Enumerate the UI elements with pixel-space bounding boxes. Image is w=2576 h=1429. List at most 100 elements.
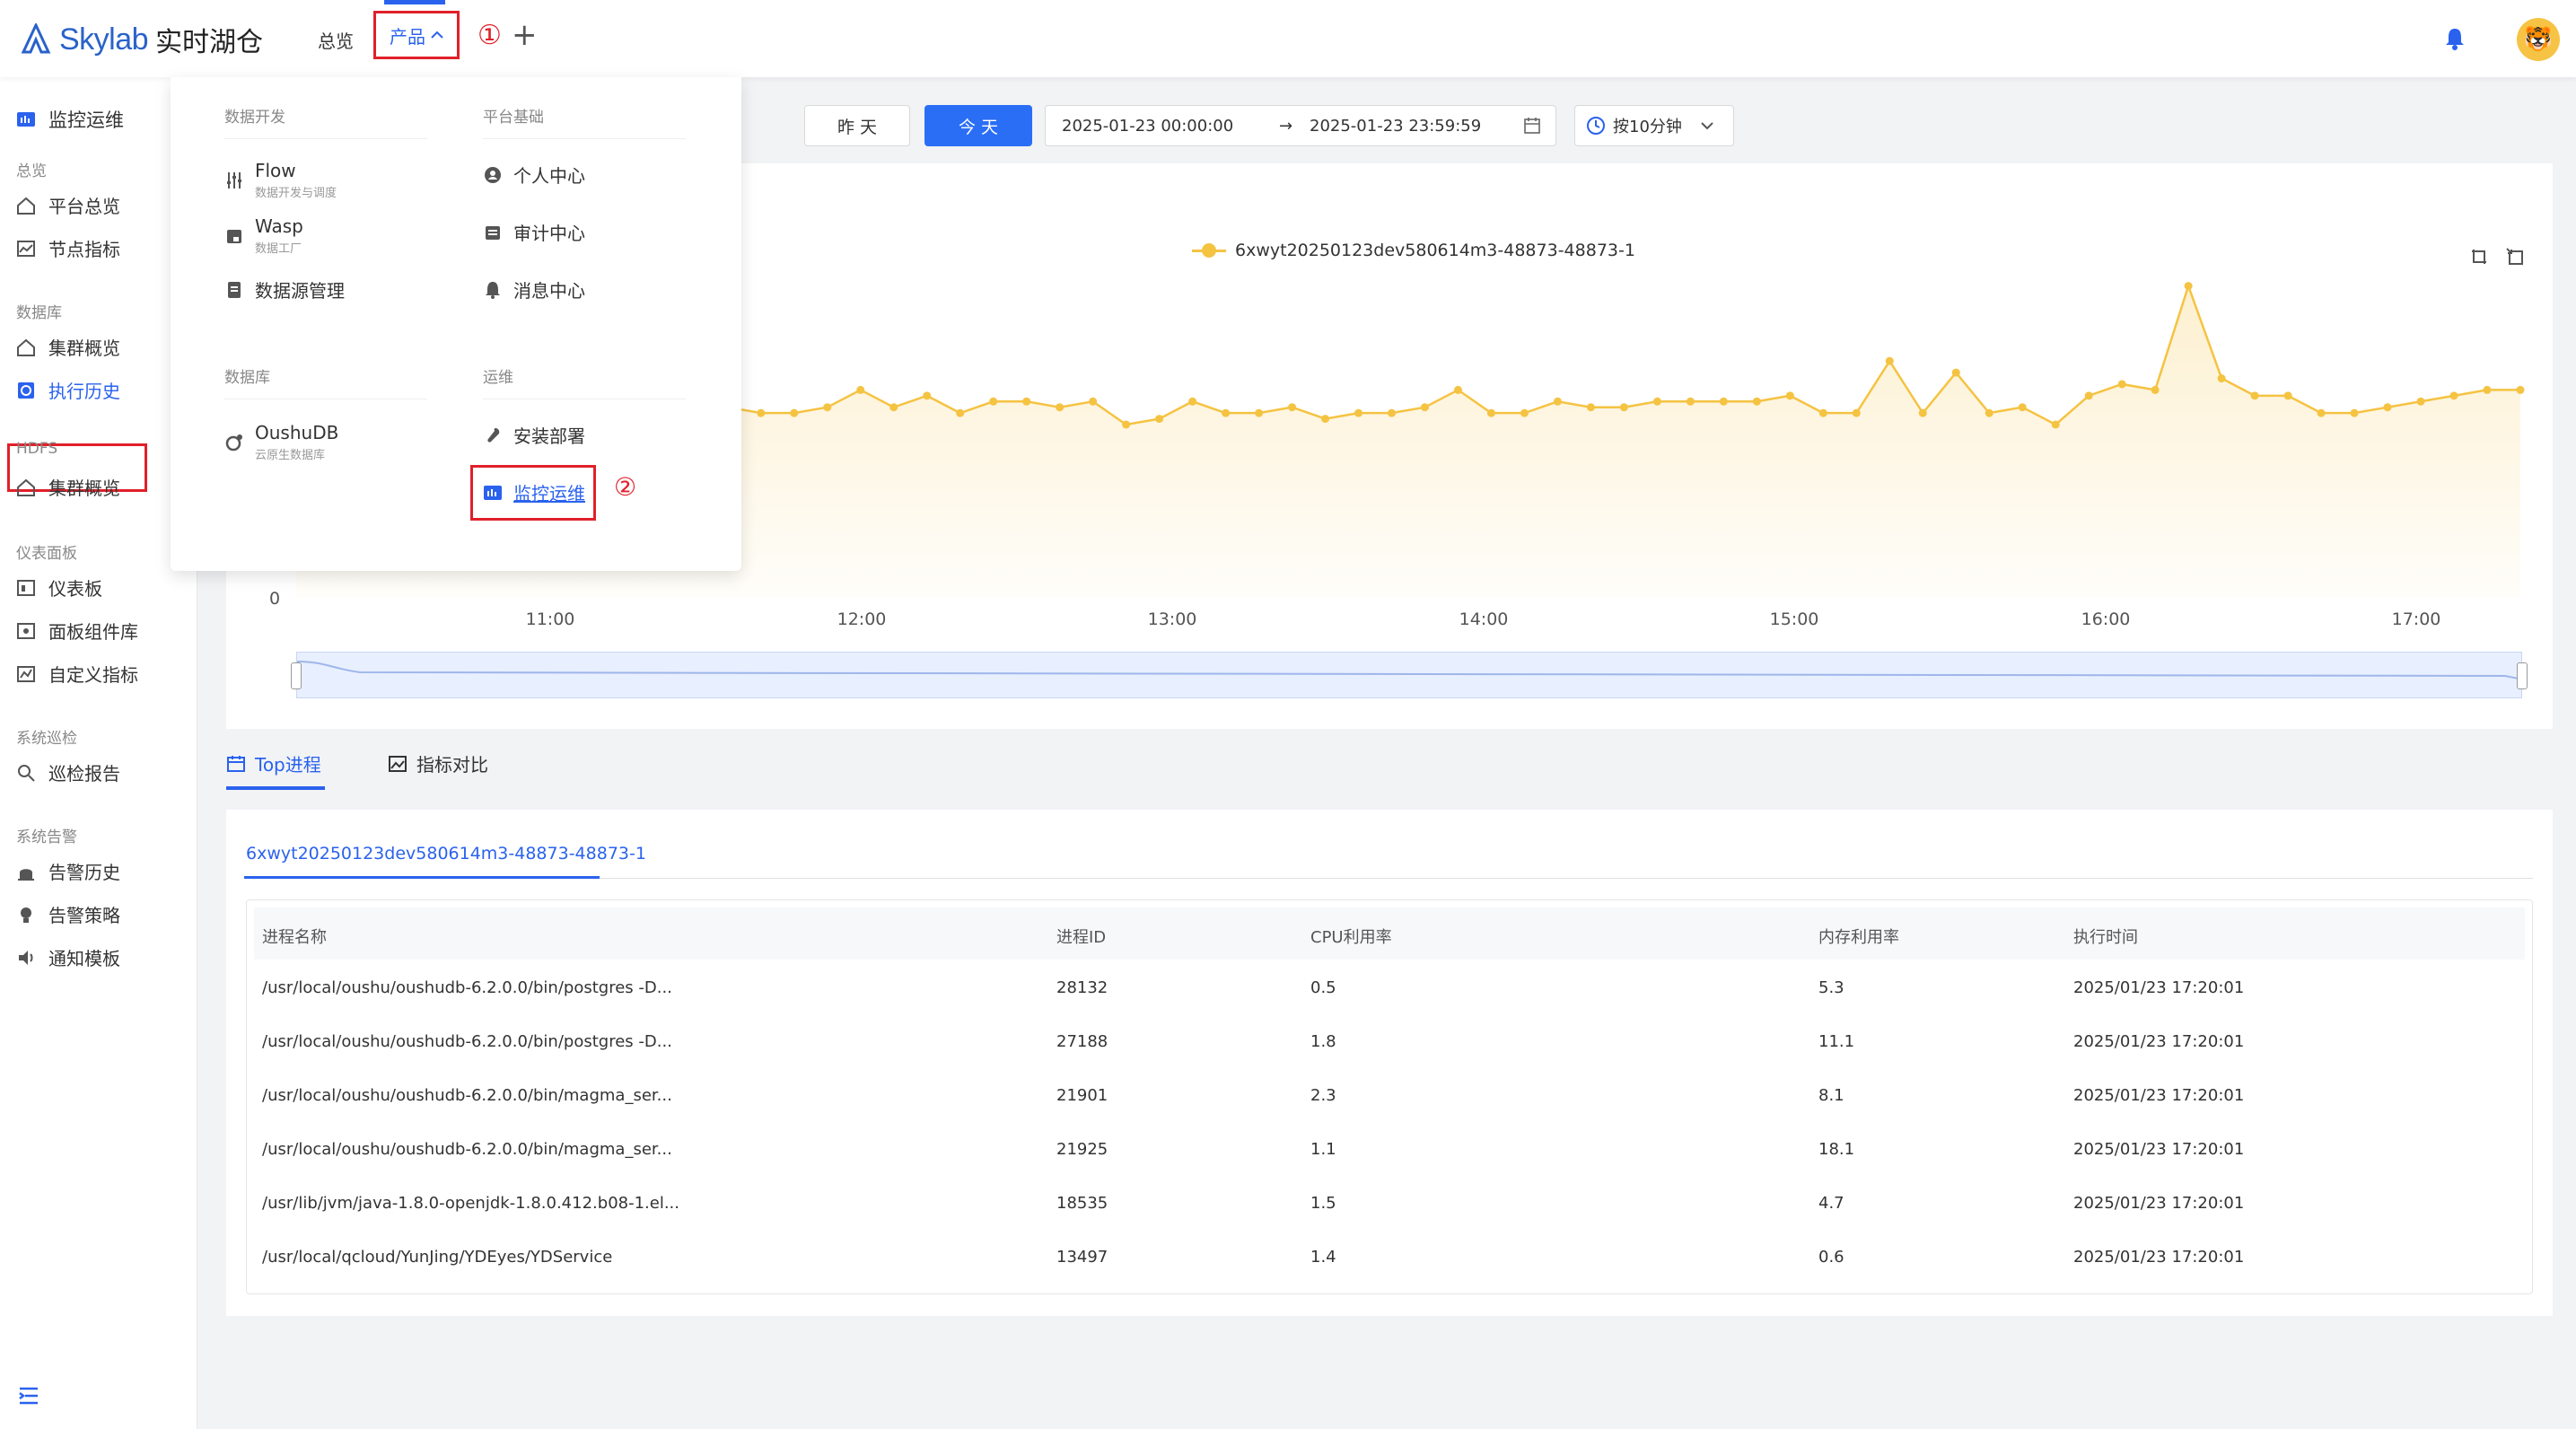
logo-text: Skylab bbox=[59, 22, 149, 57]
data-point[interactable] bbox=[1188, 397, 1197, 406]
zoom-handle-right[interactable] bbox=[2517, 662, 2528, 689]
data-point[interactable] bbox=[2184, 282, 2193, 291]
table-cell: /usr/local/oushu/oushudb-6.2.0.0/bin/pos… bbox=[262, 978, 672, 997]
tab-top-process[interactable]: Top进程 bbox=[226, 750, 321, 776]
data-point[interactable] bbox=[1553, 397, 1562, 406]
data-point[interactable] bbox=[956, 408, 965, 417]
data-point[interactable] bbox=[1255, 408, 1264, 417]
data-point[interactable] bbox=[1089, 397, 1098, 406]
menu-item-wasp[interactable]: Wasp 数据工厂 bbox=[224, 215, 303, 256]
data-point[interactable] bbox=[2416, 397, 2425, 406]
data-point[interactable] bbox=[2350, 408, 2359, 417]
data-point[interactable] bbox=[2383, 403, 2392, 412]
data-point[interactable] bbox=[1852, 408, 1861, 417]
data-zoom-slider[interactable] bbox=[296, 652, 2524, 698]
data-point[interactable] bbox=[1288, 403, 1297, 412]
data-point[interactable] bbox=[1354, 408, 1363, 417]
menu-item-name: 安装部署 bbox=[513, 425, 585, 447]
bell-icon[interactable] bbox=[2441, 25, 2468, 52]
data-point[interactable] bbox=[889, 403, 898, 412]
data-point[interactable] bbox=[1719, 397, 1728, 406]
y-tick-label: 0 bbox=[269, 589, 281, 609]
data-point[interactable] bbox=[2151, 385, 2160, 394]
add-tab-button[interactable]: + bbox=[512, 20, 538, 50]
data-point[interactable] bbox=[2317, 408, 2326, 417]
data-point[interactable] bbox=[2283, 391, 2292, 400]
dropdown-group-title: 数据开发 bbox=[224, 109, 285, 127]
menu-item-personal[interactable]: 个人中心 bbox=[483, 162, 585, 188]
data-point[interactable] bbox=[989, 397, 998, 406]
data-point[interactable] bbox=[2051, 420, 2060, 429]
table-cell: /usr/local/oushu/oushudb-6.2.0.0/bin/pos… bbox=[262, 1032, 672, 1051]
data-point[interactable] bbox=[856, 385, 865, 394]
menu-item-flow[interactable]: Flow 数据开发与调度 bbox=[224, 160, 337, 200]
dropdown-divider bbox=[224, 138, 427, 139]
data-point[interactable] bbox=[1752, 397, 1761, 406]
sidebar-item-alert-history[interactable]: 告警历史 bbox=[16, 858, 120, 884]
menu-item-monitor[interactable]: 监控运维 bbox=[483, 479, 585, 505]
data-point[interactable] bbox=[1985, 408, 1993, 417]
data-point[interactable] bbox=[1420, 403, 1429, 412]
data-point[interactable] bbox=[1155, 415, 1164, 424]
data-point[interactable] bbox=[1453, 385, 1462, 394]
data-point[interactable] bbox=[1022, 397, 1031, 406]
collapse-menu-icon[interactable] bbox=[18, 1386, 39, 1406]
host-subtab[interactable]: 6xwyt20250123dev580614m3-48873-48873-1 bbox=[246, 844, 646, 864]
data-point[interactable] bbox=[1918, 408, 1927, 417]
logo[interactable]: Skylab 实时湖仓 bbox=[20, 20, 263, 59]
menu-item-name: Flow bbox=[255, 160, 296, 181]
data-point[interactable] bbox=[1785, 391, 1794, 400]
data-point[interactable] bbox=[1686, 397, 1695, 406]
data-point[interactable] bbox=[923, 391, 932, 400]
menu-item-deploy[interactable]: 安装部署 bbox=[483, 422, 585, 448]
tab-metric-compare[interactable]: 指标对比 bbox=[388, 750, 488, 776]
nav-overview[interactable]: 总览 bbox=[318, 27, 354, 53]
data-point[interactable] bbox=[1222, 408, 1231, 417]
zoom-handle-left[interactable] bbox=[291, 662, 302, 689]
sidebar-item-notify-template[interactable]: 通知模板 bbox=[16, 944, 120, 970]
data-point[interactable] bbox=[757, 408, 766, 417]
chevron-up-icon bbox=[431, 31, 443, 39]
data-point[interactable] bbox=[1321, 415, 1330, 424]
data-point[interactable] bbox=[1388, 408, 1397, 417]
data-point[interactable] bbox=[2250, 391, 2259, 400]
data-point[interactable] bbox=[2516, 385, 2525, 394]
sidebar-item-inspection-report[interactable]: 巡检报告 bbox=[16, 759, 120, 785]
table-cell: 28132 bbox=[1056, 978, 1108, 997]
data-point[interactable] bbox=[1951, 368, 1960, 377]
table-cell: 27188 bbox=[1056, 1032, 1108, 1051]
table-cell: 1.4 bbox=[1310, 1248, 1336, 1267]
data-point[interactable] bbox=[1885, 356, 1894, 365]
user-avatar[interactable]: 🐯 bbox=[2517, 18, 2560, 61]
data-point[interactable] bbox=[2483, 385, 2492, 394]
table-cell: /usr/local/oushu/oushudb-6.2.0.0/bin/mag… bbox=[262, 1086, 672, 1105]
data-point[interactable] bbox=[1818, 408, 1827, 417]
nav-product-menu[interactable]: 产品 bbox=[373, 11, 460, 59]
top-header: Skylab 实时湖仓 总览 产品 ① + 🐯 bbox=[0, 0, 2576, 77]
data-point[interactable] bbox=[1486, 408, 1495, 417]
data-point[interactable] bbox=[2217, 374, 2226, 383]
sidebar-item-alert-policy[interactable]: 告警策略 bbox=[16, 901, 120, 927]
data-point[interactable] bbox=[2117, 380, 2126, 389]
data-point[interactable] bbox=[2084, 391, 2093, 400]
menu-item-name: 个人中心 bbox=[513, 165, 585, 187]
data-point[interactable] bbox=[2449, 391, 2458, 400]
menu-item-oushudb[interactable]: OushuDB 云原生数据库 bbox=[224, 422, 338, 462]
zoom-preview bbox=[296, 661, 2524, 680]
data-point[interactable] bbox=[1122, 420, 1131, 429]
table-cell: /usr/local/oushu/oushudb-6.2.0.0/bin/mag… bbox=[262, 1140, 672, 1159]
data-point[interactable] bbox=[1056, 403, 1065, 412]
table-header-cell: 进程ID bbox=[1056, 928, 1107, 947]
data-point[interactable] bbox=[1652, 397, 1661, 406]
menu-item-datasource[interactable]: 数据源管理 bbox=[224, 276, 345, 302]
data-point[interactable] bbox=[823, 403, 832, 412]
data-point[interactable] bbox=[790, 408, 799, 417]
data-point[interactable] bbox=[2018, 403, 2027, 412]
menu-item-audit[interactable]: 审计中心 bbox=[483, 219, 585, 245]
x-tick-label: 17:00 bbox=[2392, 609, 2441, 629]
menu-item-message[interactable]: 消息中心 bbox=[483, 276, 585, 302]
data-point[interactable] bbox=[1619, 403, 1628, 412]
data-point[interactable] bbox=[1520, 408, 1529, 417]
dropdown-divider bbox=[483, 138, 686, 139]
data-point[interactable] bbox=[1586, 403, 1595, 412]
